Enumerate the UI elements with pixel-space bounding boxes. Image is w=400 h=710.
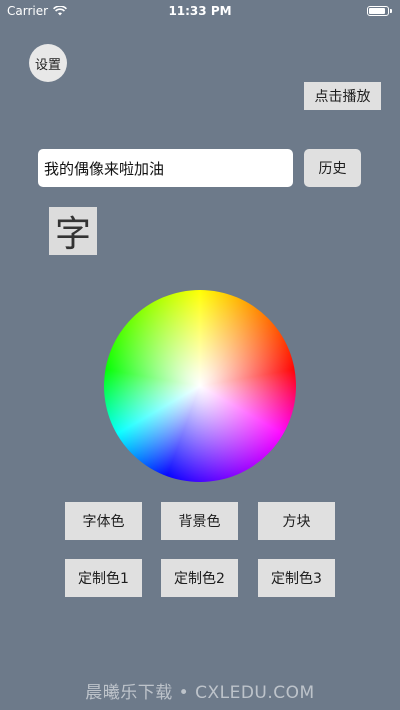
watermark: 晨曦乐下载 • CXLEDU.COM xyxy=(85,683,315,703)
status-time: 11:33 PM xyxy=(168,4,232,18)
battery-body xyxy=(367,6,389,16)
character-preview: 字 xyxy=(49,207,97,255)
play-button[interactable]: 点击播放 xyxy=(304,82,381,110)
battery-icon xyxy=(367,6,392,16)
battery-level xyxy=(369,8,386,14)
color-wheel[interactable] xyxy=(104,290,296,482)
background-color-button[interactable]: 背景色 xyxy=(161,502,238,540)
history-button[interactable]: 历史 xyxy=(304,149,361,187)
custom-color-3-button[interactable]: 定制色3 xyxy=(258,559,335,597)
custom-color-1-button[interactable]: 定制色1 xyxy=(65,559,142,597)
block-button[interactable]: 方块 xyxy=(258,502,335,540)
font-color-button[interactable]: 字体色 xyxy=(65,502,142,540)
settings-button[interactable]: 设置 xyxy=(29,44,67,82)
battery-cap xyxy=(390,9,392,13)
status-bar: Carrier 11:33 PM xyxy=(0,0,400,22)
text-input[interactable]: 我的偶像来啦加油 xyxy=(38,149,293,187)
custom-color-2-button[interactable]: 定制色2 xyxy=(161,559,238,597)
